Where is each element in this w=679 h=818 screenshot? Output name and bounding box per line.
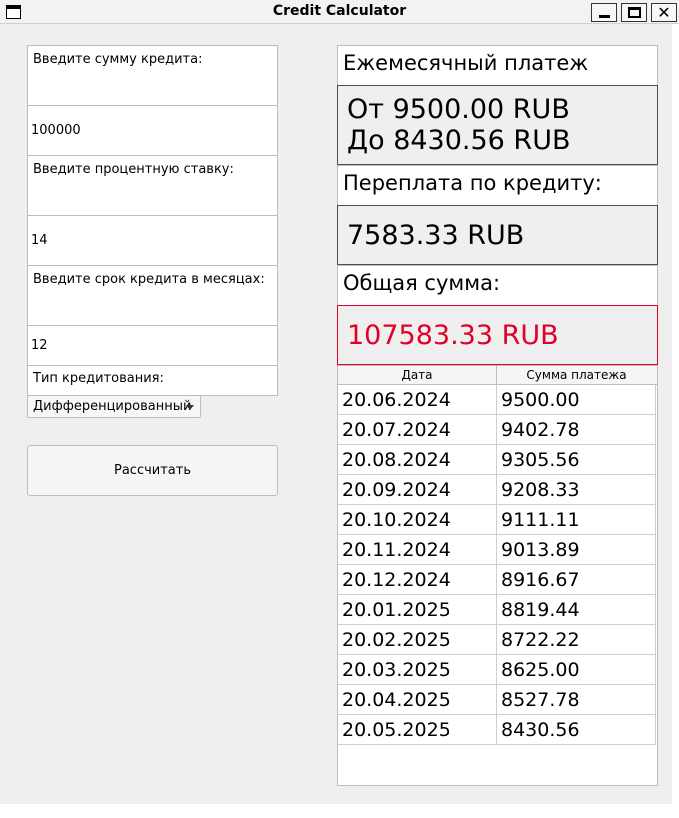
date-cell[interactable]: 20.02.2025 — [338, 625, 497, 654]
date-cell[interactable]: 20.10.2024 — [338, 505, 497, 534]
date-cell[interactable]: 20.11.2024 — [338, 535, 497, 564]
minimize-icon — [598, 14, 610, 18]
rate-label: Введите процентную ставку: — [27, 155, 278, 216]
table-row[interactable]: 20.04.2025 8527.78 — [338, 685, 656, 715]
date-cell[interactable]: 20.01.2025 — [338, 595, 497, 624]
monthly-payment-value: От 9500.00 RUB До 8430.56 RUB — [337, 85, 658, 165]
amount-cell[interactable]: 8819.44 — [497, 595, 656, 624]
table-row[interactable]: 20.03.2025 8625.00 — [338, 655, 656, 685]
credit-type-select[interactable]: Дифференцированный — [27, 395, 201, 418]
amount-cell[interactable]: 9111.11 — [497, 505, 656, 534]
maximize-icon — [627, 7, 641, 18]
rate-input[interactable]: 14 — [27, 215, 278, 266]
monthly-payment-to: До 8430.56 RUB — [347, 125, 571, 156]
column-header-amount[interactable]: Сумма платежа — [497, 366, 656, 384]
maximize-button[interactable] — [621, 3, 647, 22]
amount-cell[interactable]: 9208.33 — [497, 475, 656, 504]
table-row[interactable]: 20.01.2025 8819.44 — [338, 595, 656, 625]
amount-cell[interactable]: 8430.56 — [497, 715, 656, 744]
table-row[interactable]: 20.08.2024 9305.56 — [338, 445, 656, 475]
amount-cell[interactable]: 9013.89 — [497, 535, 656, 564]
amount-cell[interactable]: 8625.00 — [497, 655, 656, 684]
credit-type-label: Тип кредитования: — [27, 365, 278, 396]
table-row[interactable]: 20.06.2024 9500.00 — [338, 385, 656, 415]
table-row[interactable]: 20.12.2024 8916.67 — [338, 565, 656, 595]
calculate-button[interactable]: Рассчитать — [27, 445, 278, 496]
date-cell[interactable]: 20.06.2024 — [338, 385, 497, 414]
table-row[interactable]: 20.10.2024 9111.11 — [338, 505, 656, 535]
close-icon: ✕ — [657, 2, 671, 22]
monthly-payment-from: От 9500.00 RUB — [347, 94, 570, 125]
monthly-payment-label: Ежемесячный платеж — [337, 45, 658, 86]
date-cell[interactable]: 20.04.2025 — [338, 685, 497, 714]
close-button[interactable]: ✕ — [651, 3, 677, 22]
table-header: Дата Сумма платежа — [338, 366, 657, 385]
date-cell[interactable]: 20.07.2024 — [338, 415, 497, 444]
table-row[interactable]: 20.07.2024 9402.78 — [338, 415, 656, 445]
amount-cell[interactable]: 9402.78 — [497, 415, 656, 444]
date-cell[interactable]: 20.09.2024 — [338, 475, 497, 504]
date-cell[interactable]: 20.12.2024 — [338, 565, 497, 594]
table-row[interactable]: 20.02.2025 8722.22 — [338, 625, 656, 655]
minimize-button[interactable] — [591, 3, 617, 22]
credit-type-selected: Дифференцированный — [33, 399, 192, 414]
title-bar[interactable]: Credit Calculator ✕ — [0, 0, 679, 24]
date-cell[interactable]: 20.05.2025 — [338, 715, 497, 744]
column-header-date[interactable]: Дата — [338, 366, 497, 384]
total-sum-label: Общая сумма: — [337, 265, 658, 306]
amount-label: Введите сумму кредита: — [27, 45, 278, 106]
date-cell[interactable]: 20.08.2024 — [338, 445, 497, 474]
term-label: Введите срок кредита в месяцах: — [27, 265, 278, 326]
table-row[interactable]: 20.09.2024 9208.33 — [338, 475, 656, 505]
window-edge — [672, 24, 679, 818]
overpayment-label: Переплата по кредиту: — [337, 165, 658, 206]
term-input[interactable]: 12 — [27, 325, 278, 366]
overpayment-value: 7583.33 RUB — [337, 205, 658, 265]
window-bottom-edge — [0, 804, 679, 818]
amount-cell[interactable]: 9500.00 — [497, 385, 656, 414]
window-title: Credit Calculator — [272, 3, 407, 19]
amount-cell[interactable]: 8527.78 — [497, 685, 656, 714]
date-cell[interactable]: 20.03.2025 — [338, 655, 497, 684]
table-row[interactable]: 20.11.2024 9013.89 — [338, 535, 656, 565]
payment-schedule-table[interactable]: Дата Сумма платежа 20.06.2024 9500.00 20.0… — [337, 365, 658, 786]
amount-cell[interactable]: 9305.56 — [497, 445, 656, 474]
chevron-down-icon — [186, 405, 194, 410]
amount-input[interactable]: 100000 — [27, 105, 278, 156]
amount-cell[interactable]: 8916.67 — [497, 565, 656, 594]
amount-cell[interactable]: 8722.22 — [497, 625, 656, 654]
total-sum-value: 107583.33 RUB — [337, 305, 658, 365]
table-row[interactable]: 20.05.2025 8430.56 — [338, 715, 656, 745]
